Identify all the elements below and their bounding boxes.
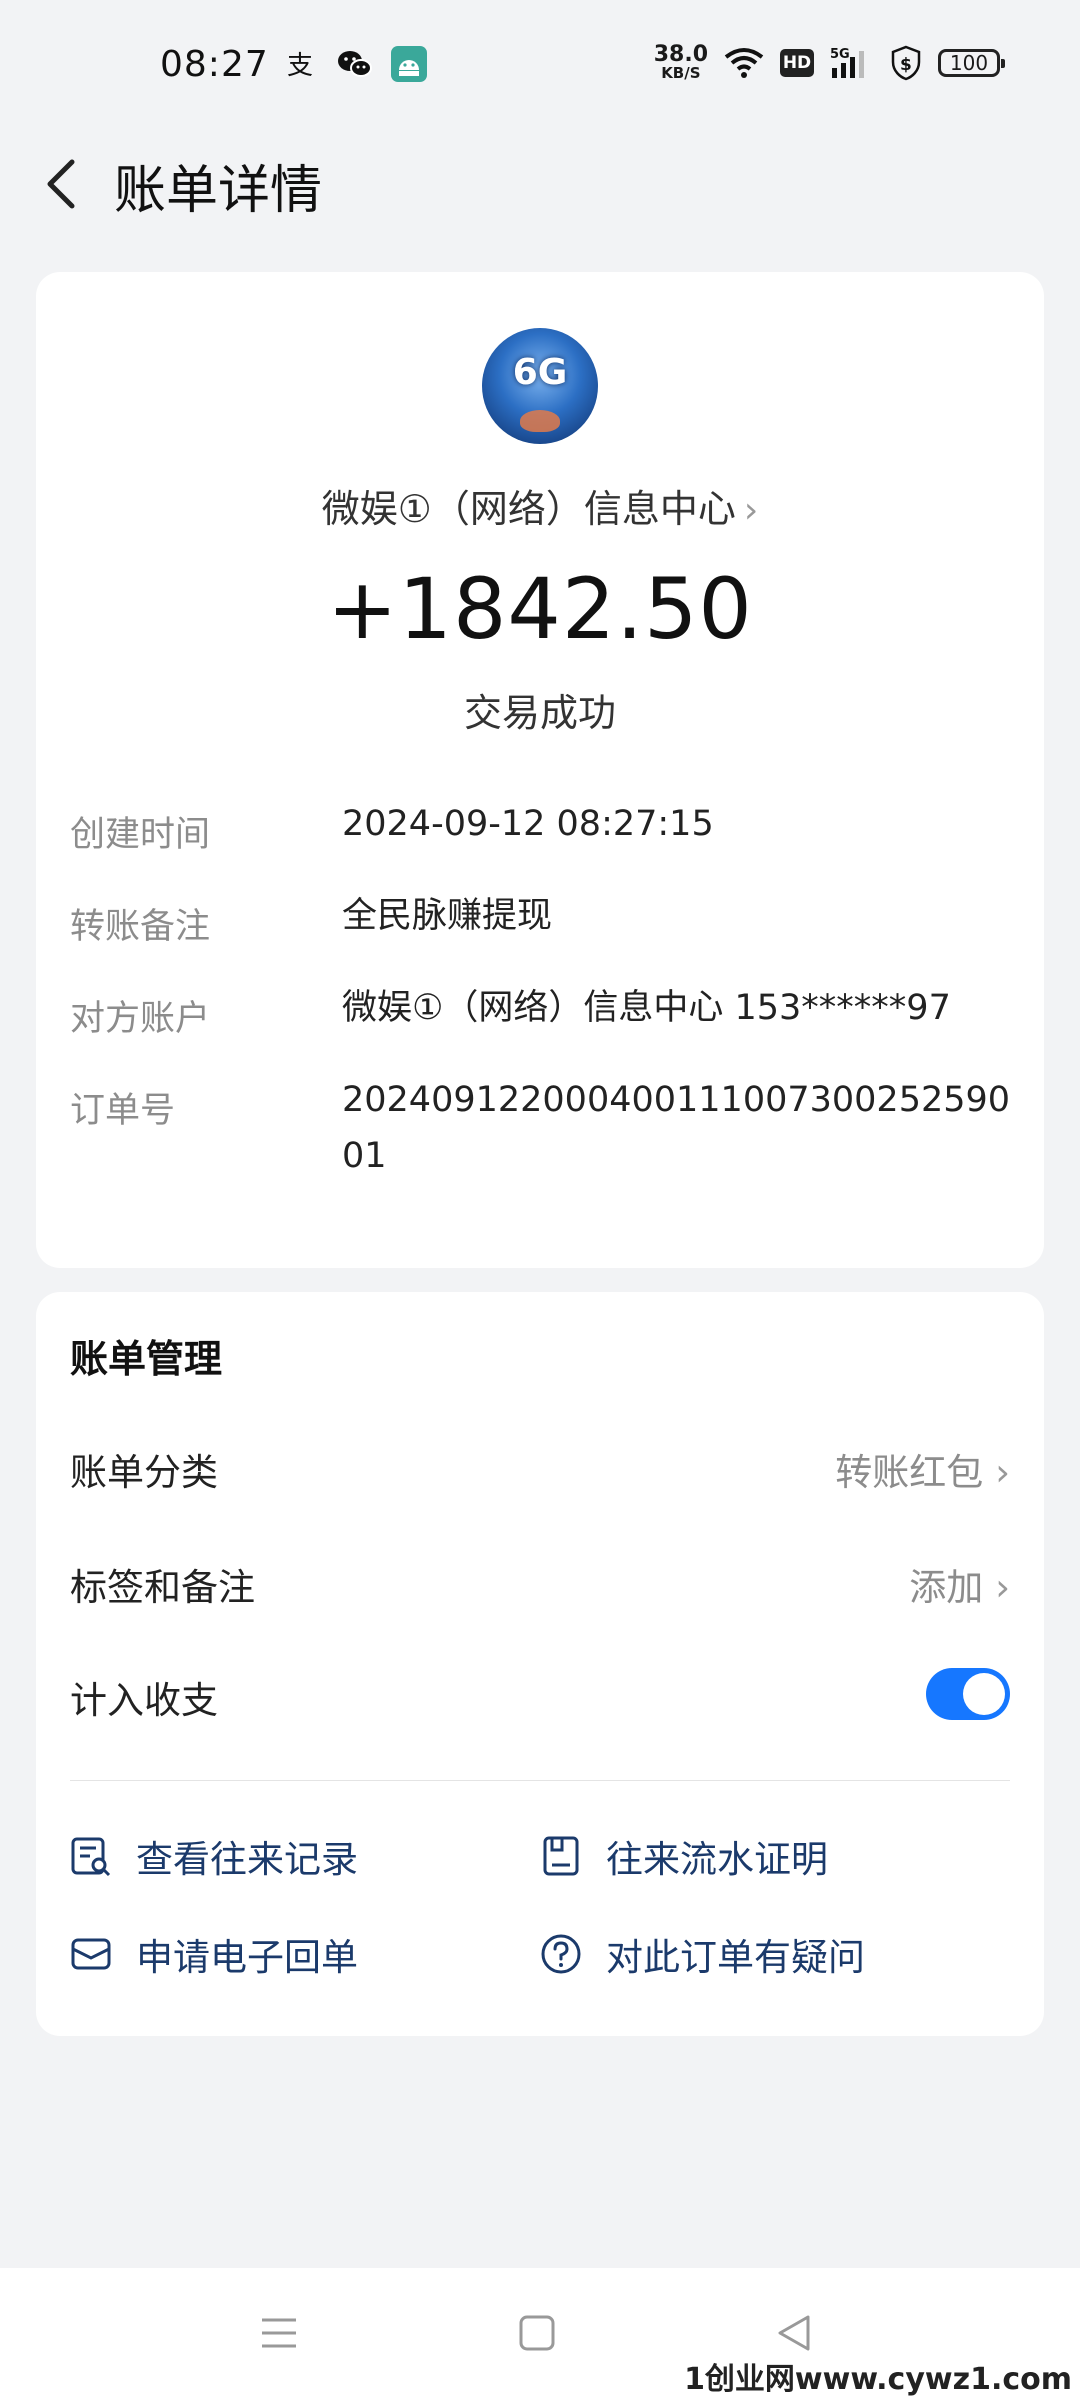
transaction-proof-button[interactable]: 往来流水证明 xyxy=(540,1828,828,1884)
e-receipt-button[interactable]: 申请电子回单 xyxy=(70,1926,358,1982)
document-icon xyxy=(543,1836,579,1876)
section-title: 账单管理 xyxy=(70,1337,223,1381)
bill-category-row[interactable]: 账单分类 转账红包 › xyxy=(70,1432,1010,1502)
add-tag-value: 添加 xyxy=(909,1566,984,1609)
include-in-budget-toggle[interactable] xyxy=(926,1668,1010,1720)
bill-category-label: 账单分类 xyxy=(70,1451,218,1494)
include-in-budget-label: 计入收支 xyxy=(70,1679,218,1722)
tags-notes-row[interactable]: 标签和备注 添加 › xyxy=(70,1547,1010,1617)
back-triangle-icon[interactable] xyxy=(770,2308,820,2358)
transaction-status: 交易成功 xyxy=(463,691,616,735)
chevron-right-icon: › xyxy=(995,1451,1010,1494)
svg-text:$: $ xyxy=(900,55,912,75)
avatar-label: 6G xyxy=(512,352,568,393)
transaction-card: 6G 微娱①（网络）信息中心 › +1842.50 交易成功 创建时间 2024-… xyxy=(36,272,1044,1268)
status-time: 08:27 xyxy=(160,44,269,85)
watermark: 1创业网www.cywz1.com xyxy=(684,2362,1072,2397)
view-records-label: 查看往来记录 xyxy=(136,1838,358,1881)
record-search-icon xyxy=(71,1837,111,1877)
merchant-name: 微娱①（网络）信息中心 xyxy=(321,487,736,531)
signal-5g-icon: 5G xyxy=(830,47,864,78)
back-arrow-icon[interactable] xyxy=(36,154,96,214)
menu-icon[interactable] xyxy=(254,2308,304,2358)
page-title: 账单详情 xyxy=(114,161,323,221)
wechat-icon xyxy=(338,51,372,77)
view-records-button[interactable]: 查看往来记录 xyxy=(70,1828,358,1884)
detail-label: 创建时间 xyxy=(70,815,211,855)
detail-value: 2024-09-12 08:27:15 xyxy=(342,804,714,844)
detail-value: 全民脉赚提现 xyxy=(342,896,553,936)
transaction-amount: +1842.50 xyxy=(327,560,753,658)
bill-category-value: 转账红包 xyxy=(835,1451,984,1494)
network-speed: 38.0 KB/S xyxy=(653,42,708,82)
android-app-icon xyxy=(391,46,427,82)
app-header: 账单详情 xyxy=(0,140,1080,230)
detail-label: 订单号 xyxy=(70,1091,176,1131)
svg-text:支: 支 xyxy=(287,51,313,79)
question-circle-icon xyxy=(541,1934,581,1974)
include-in-budget-row: 计入收支 xyxy=(70,1660,1010,1730)
detail-label: 转账备注 xyxy=(70,907,211,947)
tags-notes-label: 标签和备注 xyxy=(70,1566,255,1609)
e-receipt-label: 申请电子回单 xyxy=(136,1936,358,1979)
avatar-hand-graphic xyxy=(520,410,560,432)
bill-management-card: 账单管理 账单分类 转账红包 › 标签和备注 添加 › 计入收支 查看往来记录 往来… xyxy=(36,1292,1044,2036)
detail-value: 20240912200040011100730025259001 xyxy=(342,1080,1011,1176)
detail-value: 微娱①（网络）信息中心 153******97 xyxy=(342,988,951,1028)
detail-label: 对方账户 xyxy=(70,999,211,1039)
alipay-icon: 支 xyxy=(287,51,313,79)
order-question-label: 对此订单有疑问 xyxy=(606,1936,865,1979)
notification-icons: 支 xyxy=(285,46,427,82)
order-question-button[interactable]: 对此订单有疑问 xyxy=(540,1926,865,1982)
wifi-icon xyxy=(724,47,764,78)
merchant-avatar: 6G xyxy=(482,328,598,444)
status-bar: 08:27 支 38.0 KB/S HD 5G $ 100 xyxy=(0,0,1080,140)
battery-indicator: 100 xyxy=(938,48,1005,77)
divider xyxy=(70,1780,1010,1781)
svg-text:5G: 5G xyxy=(830,47,850,62)
shield-dollar-icon: $ xyxy=(891,45,921,80)
home-square-icon[interactable] xyxy=(512,2308,562,2358)
chevron-right-icon: › xyxy=(743,490,759,531)
hd-badge: HD xyxy=(780,48,814,77)
status-right-icons: 38.0 KB/S HD 5G $ 100 xyxy=(653,42,1005,82)
merchant-link[interactable]: 微娱①（网络）信息中心 › xyxy=(36,478,1044,533)
system-nav-bar: 1创业网www.cywz1.com xyxy=(0,2268,1080,2400)
chevron-right-icon: › xyxy=(995,1566,1010,1609)
transaction-proof-label: 往来流水证明 xyxy=(606,1838,828,1881)
envelope-icon xyxy=(71,1938,111,1970)
